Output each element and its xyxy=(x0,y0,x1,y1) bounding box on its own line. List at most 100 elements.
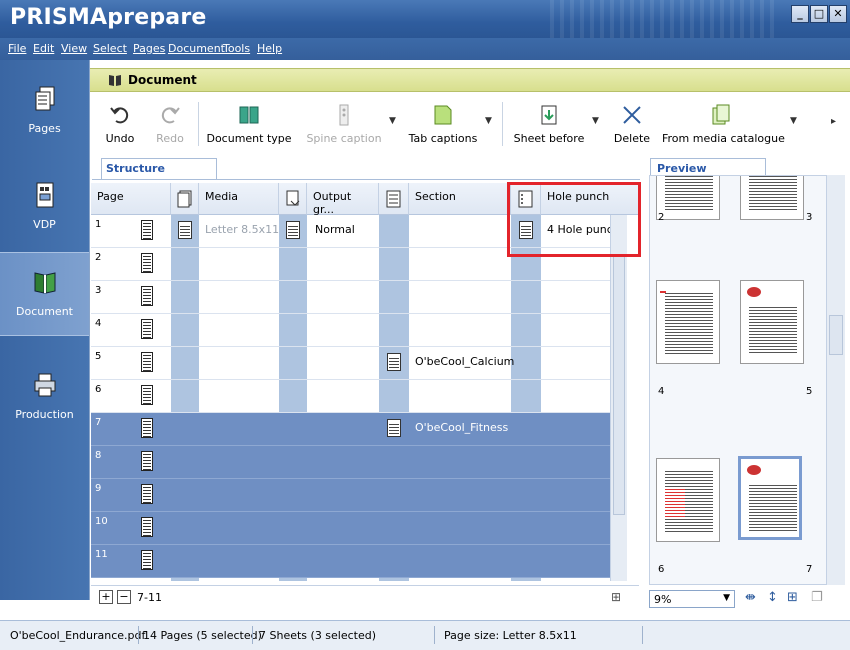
section-cell-icon xyxy=(387,353,401,371)
table-row[interactable]: 4 xyxy=(91,314,610,347)
undo-icon xyxy=(110,107,129,124)
page-number: 11 xyxy=(95,549,108,560)
media-cell-icon xyxy=(178,221,192,239)
spine-caption-dropdown[interactable]: ▼ xyxy=(389,116,396,126)
nav-item-document[interactable]: Document xyxy=(0,252,89,336)
sheet-before-button[interactable]: Sheet before xyxy=(510,100,588,148)
section-cell[interactable]: O'beCool_Fitness xyxy=(415,421,508,434)
menu-tools[interactable]: Tools xyxy=(223,42,250,55)
header-section-icon xyxy=(379,183,409,215)
spine-caption-button[interactable]: Spine caption xyxy=(302,100,386,148)
tab-captions-dropdown[interactable]: ▼ xyxy=(485,116,492,126)
section-cell-icon xyxy=(387,419,401,437)
header-page[interactable]: Page xyxy=(91,183,171,215)
preview-page-label: 6 xyxy=(658,564,665,575)
status-pages: 14 Pages (5 selected) xyxy=(143,629,262,642)
menu-file[interactable]: File xyxy=(8,42,26,55)
document-icon xyxy=(34,272,56,294)
book-icon xyxy=(109,75,121,86)
fit-height-icon[interactable]: ↕ xyxy=(767,590,778,605)
sheet-before-label: Sheet before xyxy=(513,132,585,145)
page-number: 9 xyxy=(95,483,102,494)
structure-scrollbar[interactable] xyxy=(610,215,627,581)
toolbar-overflow-icon[interactable]: ▸ xyxy=(831,116,836,127)
nav-label: VDP xyxy=(33,218,56,231)
media-catalogue-icon xyxy=(712,104,730,125)
grid-view-icon[interactable]: ⊞ xyxy=(611,590,621,604)
table-row[interactable]: 11 xyxy=(91,545,610,578)
section-cell[interactable]: O'beCool_Calcium xyxy=(415,355,514,368)
menu-document[interactable]: Document xyxy=(168,42,225,55)
table-row[interactable]: 6 xyxy=(91,380,610,413)
media-cell[interactable]: Letter 8.5x11 xyxy=(205,223,279,236)
page-icon xyxy=(141,517,153,537)
sheet-before-dropdown[interactable]: ▼ xyxy=(592,116,599,126)
page-number: 5 xyxy=(95,351,102,362)
menu-select[interactable]: Select xyxy=(93,42,127,55)
page-number: 7 xyxy=(95,417,102,428)
preview-page-thumbnail[interactable] xyxy=(740,176,804,220)
scrollbar-thumb[interactable] xyxy=(613,255,625,515)
output-icon xyxy=(286,190,300,206)
menu-view[interactable]: View xyxy=(61,42,87,55)
menu-edit[interactable]: Edit xyxy=(33,42,54,55)
preview-page-thumbnail-selected[interactable] xyxy=(738,456,802,540)
table-row[interactable]: 3 xyxy=(91,281,610,314)
toolbar: Undo Redo Document type Spine caption ▼ … xyxy=(90,94,850,152)
table-row[interactable]: 9 xyxy=(91,479,610,512)
status-sheets: 7 Sheets (3 selected) xyxy=(259,629,377,642)
media-catalogue-dropdown[interactable]: ▼ xyxy=(790,116,797,126)
document-type-button[interactable]: Document type xyxy=(204,100,294,148)
selection-range: 7-11 xyxy=(137,591,162,604)
redo-icon xyxy=(161,107,180,124)
preview-page-thumbnail[interactable] xyxy=(656,458,720,542)
menu-help[interactable]: Help xyxy=(257,42,282,55)
table-row[interactable]: 8 xyxy=(91,446,610,479)
document-header-title: Document xyxy=(128,73,197,87)
preview-page-thumbnail[interactable] xyxy=(656,176,720,220)
output-cell[interactable]: Normal xyxy=(315,223,355,236)
copy-icon[interactable]: ❐ xyxy=(811,590,823,605)
pages-icon xyxy=(35,86,55,111)
tab-captions-button[interactable]: Tab captions xyxy=(404,100,482,148)
delete-button[interactable]: Delete xyxy=(612,100,652,148)
header-media[interactable]: Media xyxy=(199,183,279,215)
tab-structure[interactable]: Structure xyxy=(101,158,217,179)
header-output[interactable]: Output gr... xyxy=(307,183,379,216)
table-row[interactable]: 5 O'beCool_Calcium xyxy=(91,347,610,380)
nav-item-pages[interactable]: Pages xyxy=(0,70,89,154)
preview-page-thumbnail[interactable] xyxy=(740,280,804,364)
structure-footer: + − 7-11 ⊞ xyxy=(91,585,639,609)
maximize-button[interactable]: □ xyxy=(810,5,828,23)
table-row[interactable]: 7 O'beCool_Fitness xyxy=(91,413,610,446)
document-type-icon xyxy=(239,106,259,124)
menu-pages[interactable]: Pages xyxy=(133,42,165,55)
left-navigation: Pages VDP Document Production xyxy=(0,60,89,600)
zoom-select[interactable]: 9% ▼ xyxy=(649,590,735,608)
collapse-all-button[interactable]: − xyxy=(117,590,131,604)
page-number: 3 xyxy=(95,285,102,296)
preview-page-label: 7 xyxy=(806,564,813,575)
nav-item-production[interactable]: Production xyxy=(0,356,89,440)
header-section[interactable]: Section xyxy=(409,183,511,215)
page-number: 8 xyxy=(95,450,102,461)
undo-label: Undo xyxy=(105,132,135,145)
nav-item-vdp[interactable]: VDP xyxy=(0,166,89,250)
close-button[interactable]: ✕ xyxy=(829,5,847,23)
thumbnail-grid-icon[interactable]: ⊞ xyxy=(787,590,798,605)
zoom-value: 9% xyxy=(654,593,672,606)
section-icon xyxy=(386,190,401,208)
header-output-icon xyxy=(279,183,307,215)
undo-button[interactable]: Undo xyxy=(102,100,138,148)
redo-button[interactable]: Redo xyxy=(152,100,188,148)
tab-divider xyxy=(92,179,640,180)
table-row[interactable]: 10 xyxy=(91,512,610,545)
expand-all-button[interactable]: + xyxy=(99,590,113,604)
minimize-button[interactable]: _ xyxy=(791,5,809,23)
from-media-catalogue-button[interactable]: From media catalogue xyxy=(662,100,785,148)
page-number: 4 xyxy=(95,318,102,329)
preview-scrollbar[interactable] xyxy=(826,175,845,585)
fit-width-icon[interactable]: ⇼ xyxy=(745,590,756,605)
preview-page-thumbnail[interactable] xyxy=(656,280,720,364)
preview-scrollbar-thumb[interactable] xyxy=(829,315,843,355)
